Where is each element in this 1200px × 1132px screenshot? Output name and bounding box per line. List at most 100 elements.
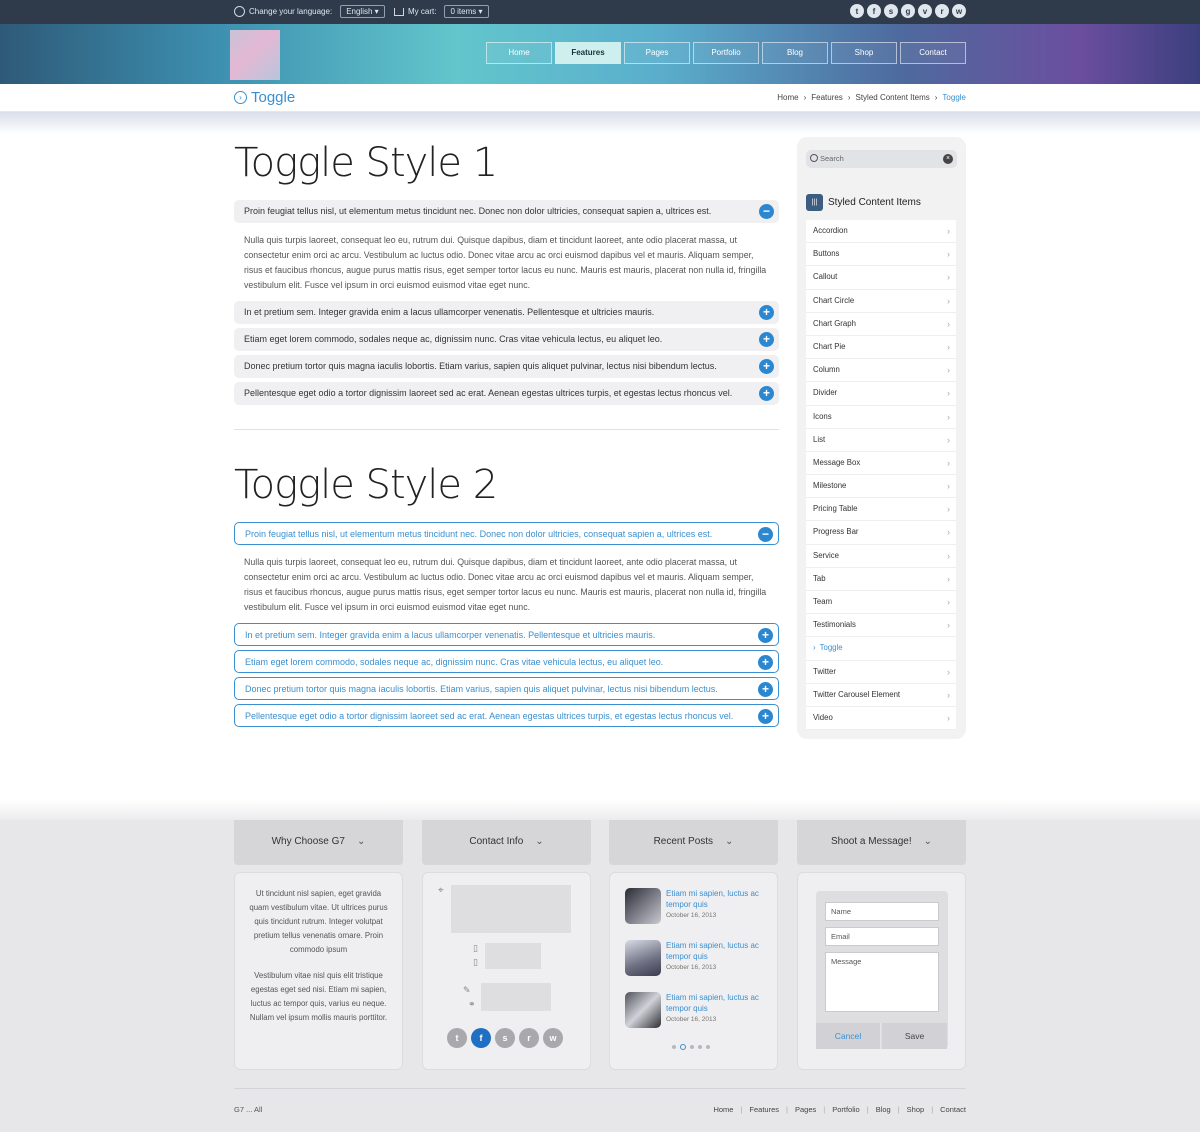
- sidebar-item-toggle[interactable]: › Toggle: [806, 637, 956, 661]
- plus-icon[interactable]: +: [758, 628, 773, 643]
- post-item[interactable]: Etiam mi sapien, luctus ac tempor quis O…: [625, 992, 765, 1032]
- nav-blog[interactable]: Blog: [762, 42, 828, 64]
- sidebar-item-callout[interactable]: Callout ›: [806, 266, 956, 290]
- toggle-item[interactable]: Pellentesque eget odio a tortor dignissi…: [234, 704, 779, 727]
- skype-icon[interactable]: s: [884, 4, 898, 18]
- toggle-item[interactable]: Pellentesque eget odio a tortor dignissi…: [234, 382, 779, 405]
- sidebar-item-tab[interactable]: Tab ›: [806, 567, 956, 591]
- post-title[interactable]: Etiam mi sapien, luctus ac tempor quis: [666, 888, 766, 910]
- clear-icon[interactable]: ×: [943, 154, 953, 164]
- post-thumbnail[interactable]: [625, 888, 661, 924]
- post-item[interactable]: Etiam mi sapien, luctus ac tempor quis O…: [625, 940, 765, 980]
- sidebar-item-pricing-table[interactable]: Pricing Table ›: [806, 498, 956, 522]
- sidebar-item-divider[interactable]: Divider ›: [806, 382, 956, 406]
- save-button[interactable]: Save: [882, 1023, 947, 1049]
- toggle-item[interactable]: Etiam eget lorem commodo, sodales neque …: [234, 650, 779, 673]
- sidebar-item-column[interactable]: Column ›: [806, 359, 956, 383]
- minus-icon[interactable]: −: [758, 527, 773, 542]
- toggle-item-open[interactable]: Proin feugiat tellus nisl, ut elementum …: [234, 522, 779, 545]
- email-field[interactable]: Email: [825, 927, 939, 946]
- breadcrumb-features[interactable]: Features: [811, 93, 843, 102]
- facebook-icon[interactable]: f: [867, 4, 881, 18]
- language-dropdown[interactable]: English ▾: [340, 5, 385, 18]
- cart-dropdown[interactable]: 0 items ▾: [444, 5, 489, 18]
- search-input[interactable]: Search ×: [806, 150, 957, 168]
- post-item[interactable]: Etiam mi sapien, luctus ac tempor quis O…: [625, 888, 765, 928]
- carousel-dot[interactable]: [706, 1045, 710, 1049]
- message-field[interactable]: Message: [825, 952, 939, 1012]
- footer-nav-shop[interactable]: Shop: [907, 1105, 925, 1114]
- post-thumbnail[interactable]: [625, 992, 661, 1028]
- sidebar-item-twitter[interactable]: Twitter ›: [806, 660, 956, 684]
- nav-shop[interactable]: Shop: [831, 42, 897, 64]
- carousel-dot[interactable]: [698, 1045, 702, 1049]
- toggle-item[interactable]: Etiam eget lorem commodo, sodales neque …: [234, 328, 779, 351]
- sidebar-item-team[interactable]: Team ›: [806, 591, 956, 615]
- toggle-item[interactable]: Donec pretium tortor quis magna iaculis …: [234, 355, 779, 378]
- name-field[interactable]: Name: [825, 902, 939, 921]
- post-title[interactable]: Etiam mi sapien, luctus ac tempor quis: [666, 940, 766, 962]
- nav-features[interactable]: Features: [555, 42, 621, 64]
- rss-icon[interactable]: r: [935, 4, 949, 18]
- cancel-button[interactable]: Cancel: [816, 1023, 881, 1049]
- rss-icon[interactable]: r: [519, 1028, 539, 1048]
- sidebar-item-chart-pie[interactable]: Chart Pie ›: [806, 335, 956, 360]
- sidebar-item-chart-graph[interactable]: Chart Graph ›: [806, 312, 956, 336]
- breadcrumb-styled-content[interactable]: Styled Content Items: [855, 93, 929, 102]
- plus-icon[interactable]: +: [759, 305, 774, 320]
- sidebar-item-accordion[interactable]: Accordion ›: [806, 220, 956, 244]
- vimeo-icon[interactable]: v: [918, 4, 932, 18]
- minus-icon[interactable]: −: [759, 204, 774, 219]
- wordpress-icon[interactable]: w: [952, 4, 966, 18]
- sidebar-item-buttons[interactable]: Buttons ›: [806, 243, 956, 267]
- search-icon: [810, 154, 818, 162]
- carousel-dot[interactable]: [672, 1045, 676, 1049]
- plus-icon[interactable]: +: [759, 359, 774, 374]
- sidebar-item-progress-bar[interactable]: Progress Bar ›: [806, 521, 956, 545]
- twitter-icon[interactable]: t: [447, 1028, 467, 1048]
- nav-contact[interactable]: Contact: [900, 42, 966, 64]
- footer-nav-blog[interactable]: Blog: [876, 1105, 891, 1114]
- footer-header-message[interactable]: Shoot a Message! ⌄: [797, 820, 966, 865]
- footer-nav-contact[interactable]: Contact: [940, 1105, 966, 1114]
- twitter-icon[interactable]: t: [850, 4, 864, 18]
- carousel-dot[interactable]: [690, 1045, 694, 1049]
- nav-pages[interactable]: Pages: [624, 42, 690, 64]
- toggle-item[interactable]: In et pretium sem. Integer gravida enim …: [234, 623, 779, 646]
- sidebar-item-milestone[interactable]: Milestone ›: [806, 475, 956, 499]
- carousel-dot-active[interactable]: [680, 1044, 686, 1050]
- plus-icon[interactable]: +: [758, 655, 773, 670]
- footer-header-why[interactable]: Why Choose G7 ⌄: [234, 820, 403, 865]
- sidebar-item-message-box[interactable]: Message Box ›: [806, 451, 956, 476]
- sidebar-item-twitter-carousel[interactable]: Twitter Carousel Element ›: [806, 683, 956, 707]
- nav-portfolio[interactable]: Portfolio: [693, 42, 759, 64]
- footer-header-contact[interactable]: Contact Info ⌄: [422, 820, 591, 865]
- footer-nav-pages[interactable]: Pages: [795, 1105, 816, 1114]
- sidebar-item-icons[interactable]: Icons ›: [806, 405, 956, 429]
- plus-icon[interactable]: +: [758, 709, 773, 724]
- nav-home[interactable]: Home: [486, 42, 552, 64]
- google-plus-icon[interactable]: g: [901, 4, 915, 18]
- plus-icon[interactable]: +: [758, 682, 773, 697]
- sidebar-item-video[interactable]: Video ›: [806, 706, 956, 731]
- post-title[interactable]: Etiam mi sapien, luctus ac tempor quis: [666, 992, 766, 1014]
- footer-nav-portfolio[interactable]: Portfolio: [832, 1105, 860, 1114]
- plus-icon[interactable]: +: [759, 332, 774, 347]
- toggle-item[interactable]: Donec pretium tortor quis magna iaculis …: [234, 677, 779, 700]
- sidebar-item-list[interactable]: List ›: [806, 428, 956, 452]
- sidebar-item-chart-circle[interactable]: Chart Circle ›: [806, 289, 956, 313]
- facebook-icon[interactable]: f: [471, 1028, 491, 1048]
- post-thumbnail[interactable]: [625, 940, 661, 976]
- footer-nav-features[interactable]: Features: [749, 1105, 779, 1114]
- toggle-item[interactable]: In et pretium sem. Integer gravida enim …: [234, 301, 779, 324]
- footer-nav-home[interactable]: Home: [713, 1105, 733, 1114]
- sidebar-item-testimonials[interactable]: Testimonials ›: [806, 614, 956, 638]
- plus-icon[interactable]: +: [759, 386, 774, 401]
- breadcrumb-home[interactable]: Home: [777, 93, 798, 102]
- sidebar-item-service[interactable]: Service ›: [806, 544, 956, 568]
- footer-header-posts[interactable]: Recent Posts ⌄: [609, 820, 778, 865]
- toggle-item-open[interactable]: Proin feugiat tellus nisl, ut elementum …: [234, 200, 779, 223]
- skype-icon[interactable]: s: [495, 1028, 515, 1048]
- wordpress-icon[interactable]: w: [543, 1028, 563, 1048]
- logo[interactable]: [230, 30, 280, 80]
